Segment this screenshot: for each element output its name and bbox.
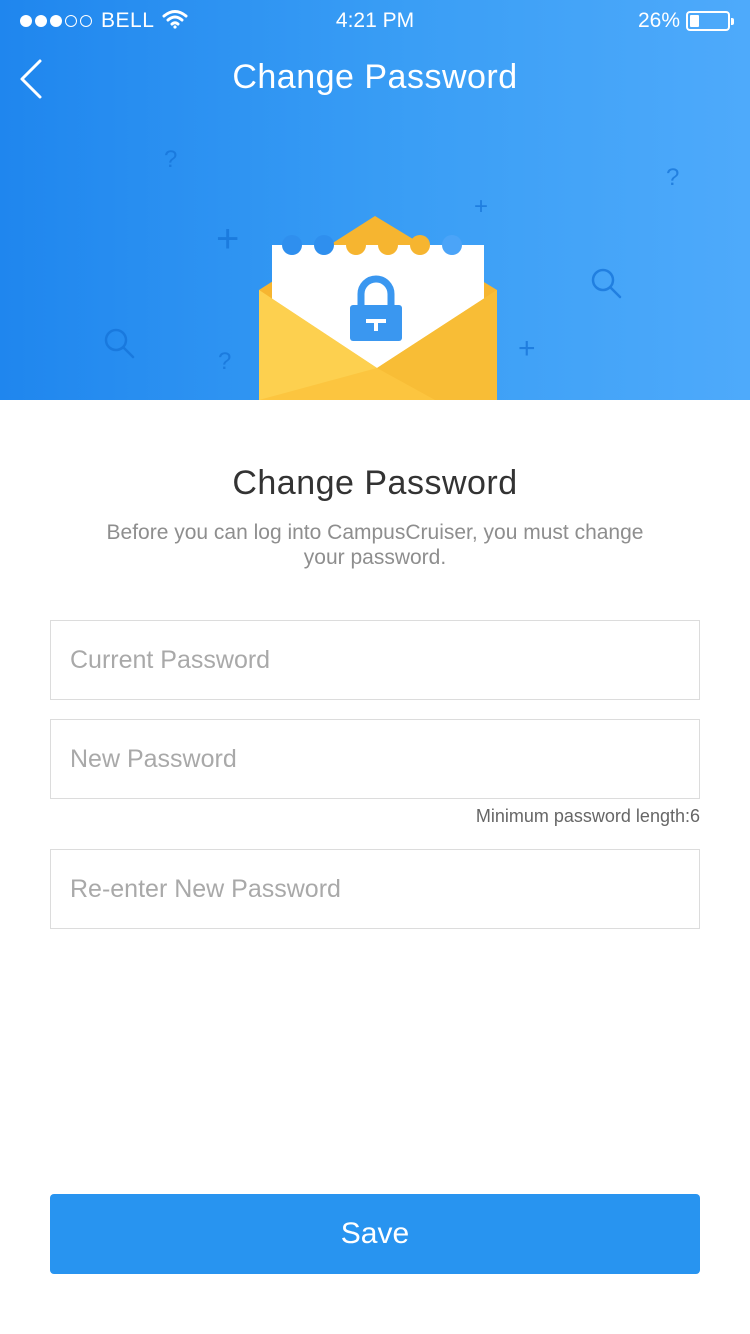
password-length-hint: Minimum password length:6 [475, 806, 700, 826]
battery-status: 26% [637, 9, 734, 33]
save-button[interactable]: Save [50, 1194, 700, 1274]
current-password-input[interactable] [51, 621, 699, 699]
nav-title: Change Password [232, 58, 518, 96]
battery-icon [686, 11, 734, 31]
question-mark-icon: ? [218, 348, 232, 375]
plus-icon: + [518, 332, 536, 365]
question-mark-icon: ? [164, 146, 178, 173]
question-mark-icon: ? [666, 164, 680, 191]
plus-icon: + [216, 217, 240, 261]
magnifier-icon [104, 328, 135, 359]
battery-nub [731, 18, 734, 25]
new-password-field[interactable] [50, 719, 700, 799]
new-password-input[interactable] [51, 720, 699, 798]
battery-level [690, 15, 699, 27]
confirm-password-field[interactable] [50, 849, 700, 929]
battery-percent: 26% [637, 9, 680, 32]
confirm-password-input[interactable] [51, 850, 699, 928]
page-subtitle: Before you can log into CampusCruiser, y… [106, 521, 644, 569]
page-title: Change Password [232, 464, 518, 502]
magnifier-icon [591, 268, 622, 299]
status-bar: BELL 4:21 PM 26% [0, 0, 750, 40]
header-banner: BELL 4:21 PM 26% Change Password ? ? ? +… [0, 0, 750, 400]
current-password-field[interactable] [50, 620, 700, 700]
envelope-lock-illustration [259, 216, 497, 400]
